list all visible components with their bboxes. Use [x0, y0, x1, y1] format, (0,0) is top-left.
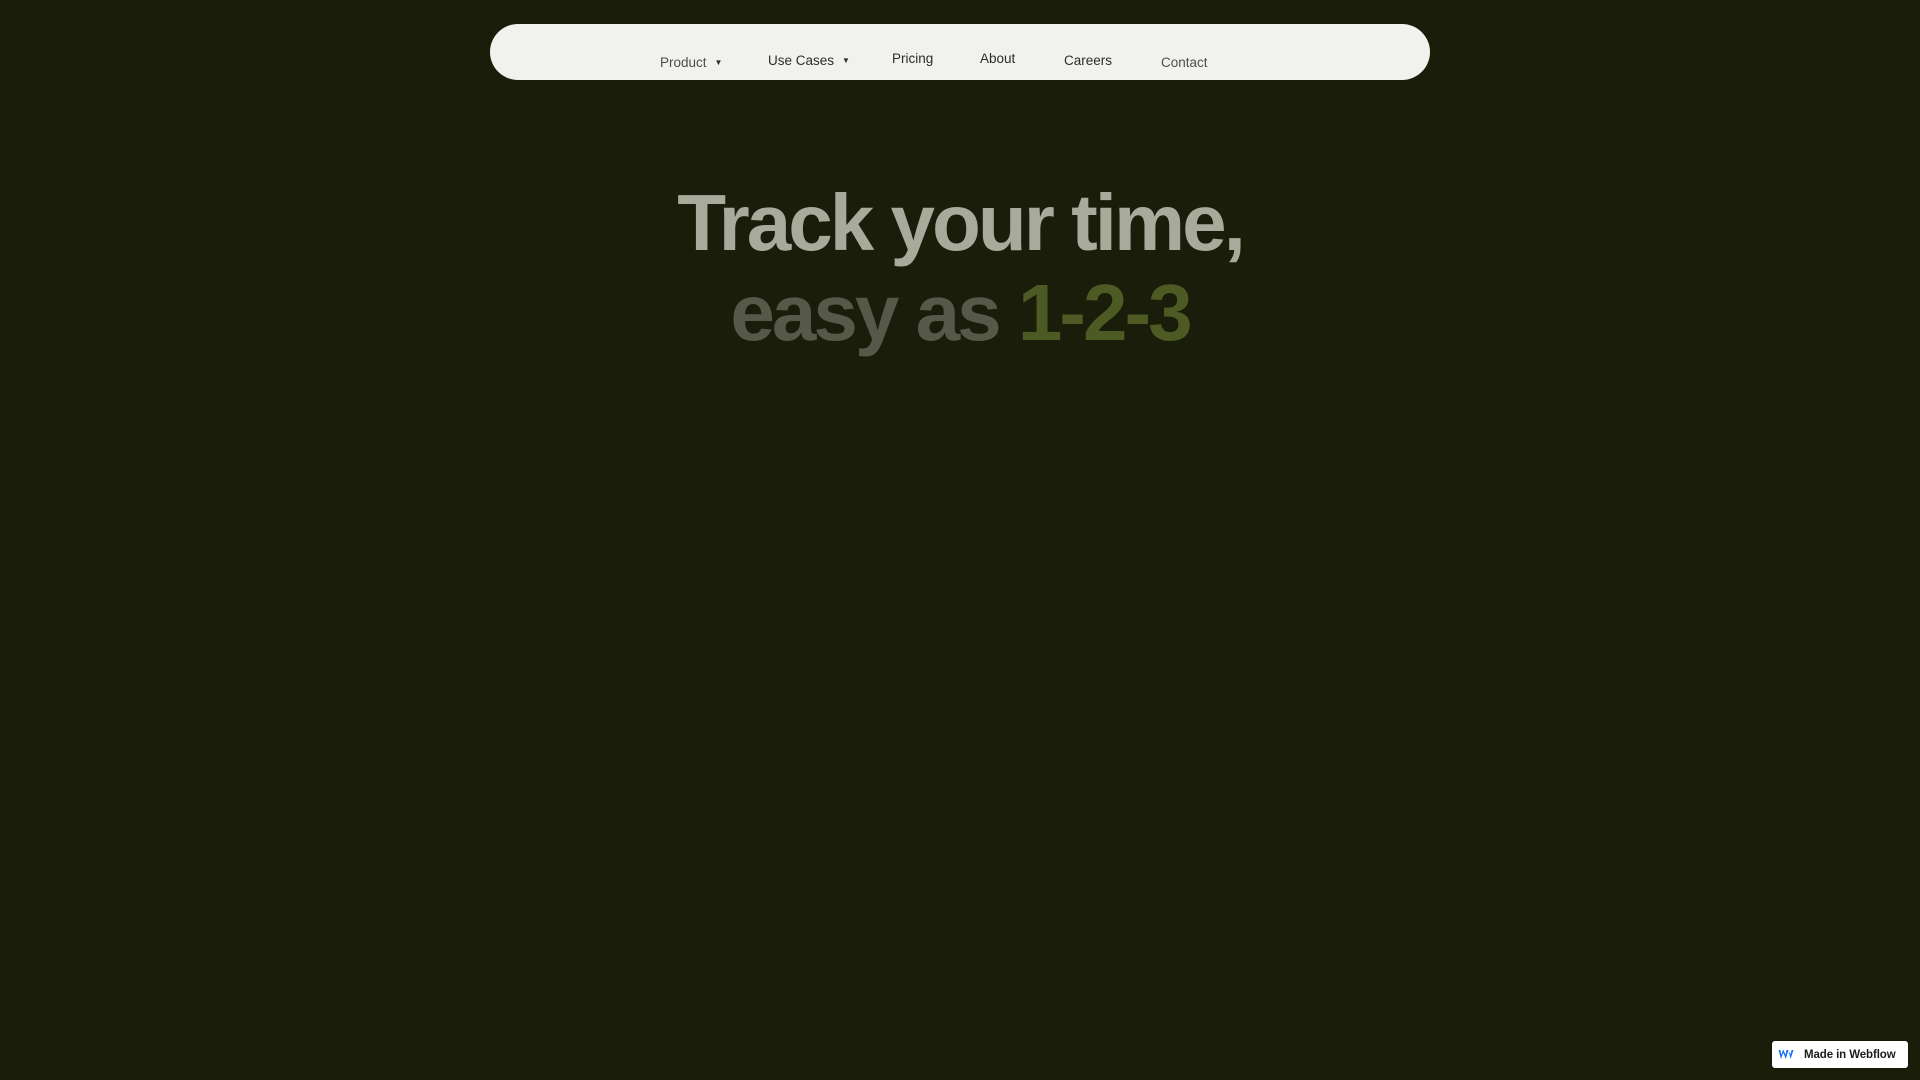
- caret-down-icon: ▼: [714, 58, 723, 67]
- hero-section: Track your time, easy as 1-2-3: [0, 178, 1920, 358]
- hero-accent-text: 1-2-3: [1017, 268, 1193, 357]
- nav-item-about[interactable]: About: [980, 51, 1015, 67]
- made-in-webflow-badge[interactable]: Made in Webflow: [1772, 1041, 1908, 1068]
- page: Product ▼ Use Cases ▼ Pricing About Care…: [0, 0, 1920, 1080]
- nav-item-product[interactable]: Product ▼: [660, 55, 722, 71]
- nav-item-label: Use Cases: [768, 53, 835, 68]
- badge-label: Made in Webflow: [1804, 1048, 1896, 1061]
- webflow-logo-icon: [1778, 1049, 1794, 1061]
- nav-item-contact[interactable]: Contact: [1161, 55, 1208, 71]
- hero-subheadline-prefix: easy as: [730, 268, 1018, 357]
- hero-subheadline: easy as 1-2-3: [0, 268, 1920, 358]
- nav-item-pricing[interactable]: Pricing: [892, 51, 933, 67]
- nav-item-label: Careers: [1064, 53, 1113, 68]
- caret-down-icon: ▼: [842, 56, 850, 65]
- nav-item-use-cases[interactable]: Use Cases ▼: [768, 53, 850, 69]
- nav-item-label: Pricing: [892, 51, 934, 66]
- nav-item-label: Contact: [1161, 55, 1208, 70]
- top-navbar: Product ▼ Use Cases ▼ Pricing About Care…: [490, 24, 1430, 80]
- nav-item-label: About: [980, 51, 1016, 66]
- hero-headline: Track your time,: [677, 178, 1246, 267]
- nav-item-careers[interactable]: Careers: [1064, 53, 1112, 69]
- nav-item-label: Product: [660, 55, 707, 70]
